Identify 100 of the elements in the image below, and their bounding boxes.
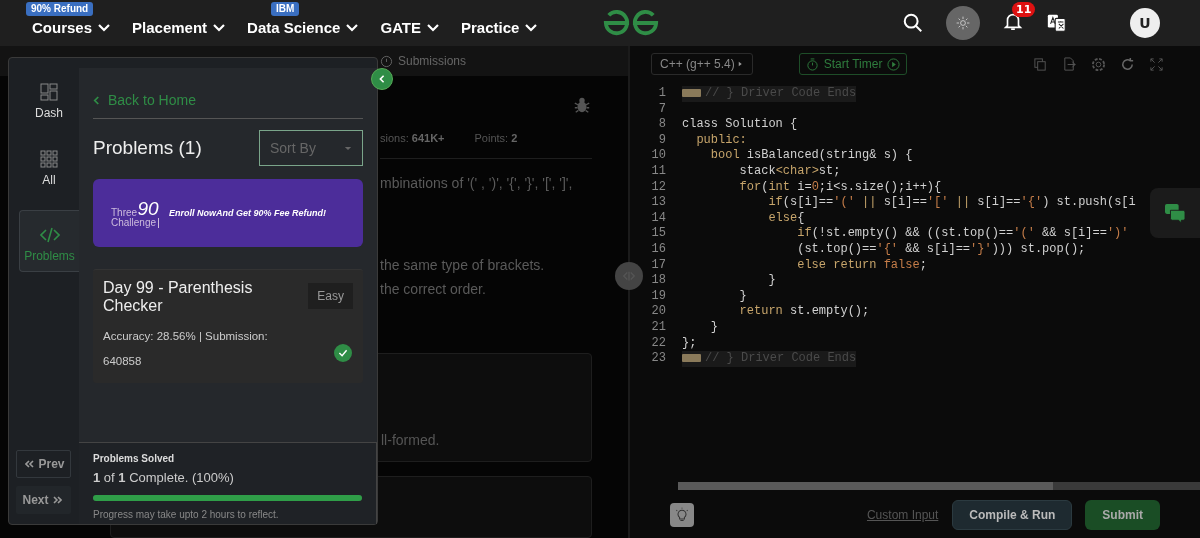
chevron-down-icon <box>346 24 359 32</box>
copy-icon[interactable] <box>1033 56 1048 72</box>
fullscreen-icon[interactable] <box>1149 56 1164 72</box>
code-line: }; <box>682 335 697 352</box>
rail-tab[interactable]: All <box>19 143 79 196</box>
double-chevron-right-icon <box>51 496 62 504</box>
nav-badge: 90% Refund <box>26 2 94 16</box>
nav-badge: IBM <box>271 2 300 16</box>
user-avatar[interactable]: U <box>1130 8 1160 38</box>
theme-toggle-button[interactable] <box>946 6 980 40</box>
line-number: 11 <box>650 163 667 180</box>
prev-button[interactable]: Prev <box>16 450 71 478</box>
line-number: 10 <box>650 148 667 164</box>
double-chevron-left-icon <box>25 460 36 468</box>
lightbulb-icon <box>674 507 690 523</box>
clock-icon <box>380 54 393 68</box>
horizontal-scrollbar[interactable] <box>678 482 1053 490</box>
banner-logo-text: Challenge <box>111 217 160 228</box>
line-number: 14 <box>650 210 667 227</box>
code-line: stack<char>st; <box>738 163 841 180</box>
line-number: 1 <box>657 86 667 102</box>
line-number: 18 <box>650 273 667 289</box>
code-line: for(int i=0;i<s.size();i++){ <box>738 179 942 196</box>
line-number: 19 <box>650 288 667 305</box>
code-line: else return false; <box>796 257 927 274</box>
banner-logo-text: Three <box>111 207 138 218</box>
back-to-home-link[interactable]: Back to Home <box>93 92 363 119</box>
code-line: else{ <box>767 210 805 227</box>
sun-icon <box>955 15 971 31</box>
line-number: 16 <box>650 241 667 258</box>
code-line: return st.empty(); <box>738 304 870 320</box>
nav-menu-item[interactable]: Placement <box>132 20 226 36</box>
code-line: (st.top()=='{' && s[i]=='}'))) st.pop(); <box>796 241 1086 258</box>
problem-card[interactable]: Day 99 - Parenthesis Checker Easy Accuracy: 28.56% | Submission: 640858 <box>93 269 363 383</box>
problem-title: Day 99 - Parenthesis Checker <box>103 279 254 316</box>
search-icon[interactable] <box>902 12 924 34</box>
chevron-down-icon <box>213 24 226 32</box>
settings-icon[interactable] <box>1091 56 1106 72</box>
problem-stats: Accuracy: 28.56% | Submission: 640858 <box>103 328 269 369</box>
submit-button[interactable]: Submit <box>1085 500 1160 530</box>
nav-menu-item[interactable]: Practice <box>461 20 538 36</box>
chat-button[interactable] <box>1150 188 1200 238</box>
language-select[interactable]: C++ (g++ 5.4) <box>651 53 753 75</box>
problem-text: the same type of brackets. <box>380 257 546 273</box>
code-line: } <box>767 273 776 289</box>
caret-icon <box>344 145 352 151</box>
compile-run-button[interactable]: Compile & Run <box>952 500 1073 530</box>
chevron-down-icon <box>427 24 440 32</box>
grid-icon <box>39 149 59 169</box>
nav-menu-item[interactable]: GATE <box>380 20 440 36</box>
line-number: 12 <box>650 179 667 196</box>
play-icon <box>887 57 901 71</box>
code-line: bool isBalanced(string& s) { <box>709 148 913 164</box>
rail-tab[interactable]: Problems <box>19 210 79 272</box>
line-number: 21 <box>650 319 667 336</box>
line-number: 9 <box>657 132 667 149</box>
start-timer-button[interactable]: Start Timer <box>798 53 908 75</box>
line-number: 17 <box>650 257 667 274</box>
rail-tab[interactable]: Dash <box>19 76 79 129</box>
example-text: ll-formed. <box>381 432 440 448</box>
logo[interactable] <box>602 9 660 37</box>
bug-icon[interactable] <box>573 96 591 114</box>
code-icon <box>39 225 60 245</box>
code-line: class Solution { <box>682 117 798 133</box>
reset-icon[interactable] <box>1120 56 1135 72</box>
line-number: 23 <box>650 351 667 367</box>
line-number: 13 <box>650 195 667 211</box>
chevron-down-icon <box>525 24 538 32</box>
caret-icon <box>737 60 744 68</box>
problem-text: mbinations of '(' , ')', '{', '}', '[', ']', <box>380 175 574 191</box>
line-number: 8 <box>657 117 667 133</box>
stopwatch-icon <box>805 57 819 71</box>
progress-title: Problems Solved <box>93 453 176 464</box>
difficulty-tag: Easy <box>308 283 353 309</box>
banner-text: Enroll NowAnd Get 90% Fee Refund! <box>169 208 327 218</box>
panel-heading: Problems (1) <box>93 137 202 159</box>
line-number: 22 <box>650 335 667 352</box>
chevron-left-icon <box>378 74 386 84</box>
code-line: if(s[i]=='(' || s[i]=='[' || s[i]=='{') st.push(s[i <box>767 195 1136 211</box>
progress-summary: 1 of 1 Complete. (100%) <box>93 470 235 485</box>
code-line: } <box>709 319 718 336</box>
next-button[interactable]: Next <box>16 486 71 514</box>
translate-icon[interactable] <box>1046 12 1068 34</box>
progress-note: Progress may take upto 2 hours to reflect. <box>93 509 280 520</box>
code-line: } <box>738 288 747 305</box>
file-import-icon[interactable] <box>1062 56 1077 72</box>
line-number: 15 <box>650 226 667 242</box>
chevron-left-icon <box>93 95 100 105</box>
chevron-down-icon <box>98 24 111 32</box>
chat-icon <box>1164 203 1186 223</box>
promo-banner[interactable]: Three90 Challenge Enroll NowAnd Get 90% Fee Refund! <box>93 179 363 247</box>
dashboard-icon <box>39 82 59 102</box>
line-number: 20 <box>650 304 667 320</box>
line-number: 7 <box>657 101 667 118</box>
code-line: public: <box>695 132 747 149</box>
banner-logo-number: 90 <box>137 198 160 218</box>
hint-button[interactable] <box>670 503 694 527</box>
problem-stat: Points: 2 <box>474 132 518 144</box>
problem-text: the correct order. <box>380 281 487 297</box>
code-line: if(!st.empty() && ((st.top()=='(' && s[i]==')' <box>796 226 1129 242</box>
